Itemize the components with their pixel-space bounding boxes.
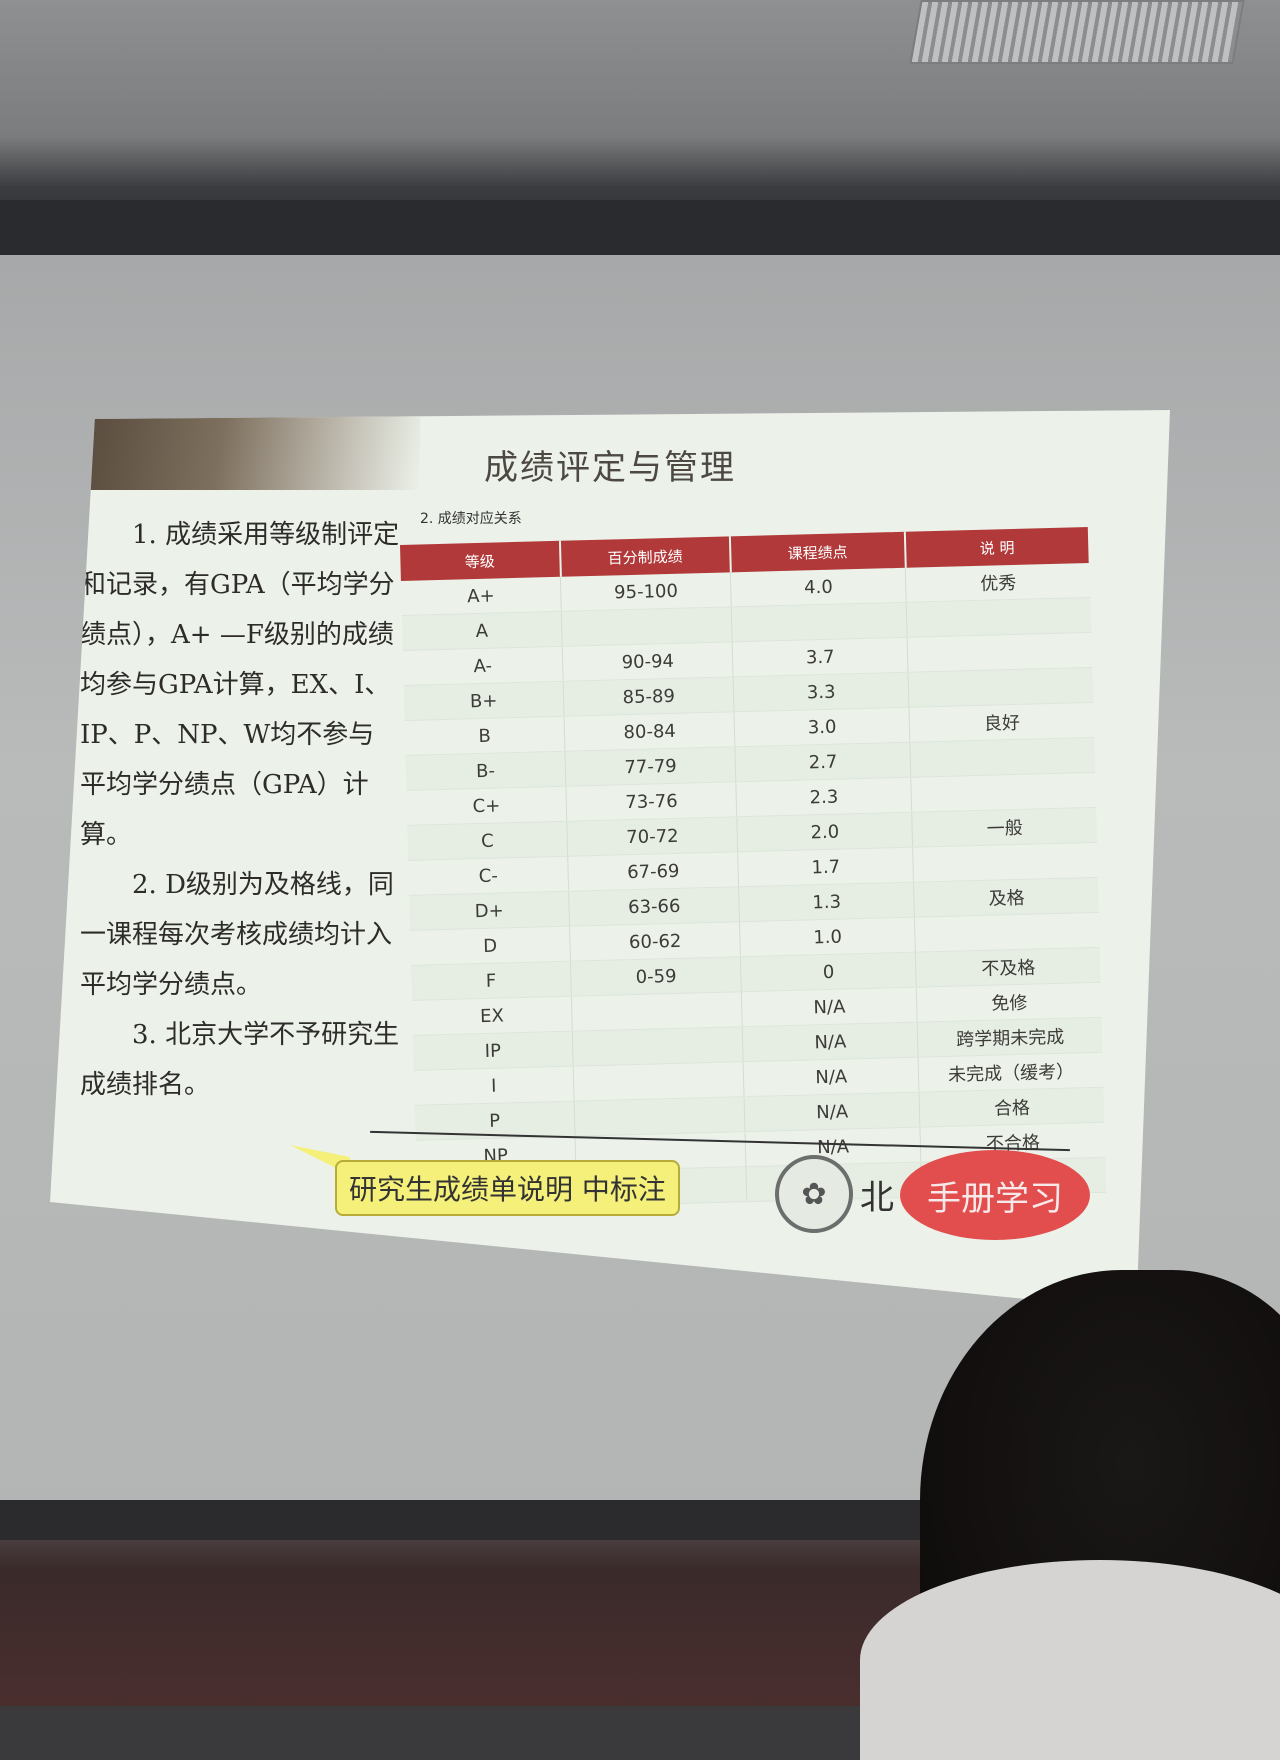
cell-pt: N/A	[743, 1057, 920, 1097]
table-subtitle: 2. 成绩对应关系	[420, 511, 522, 527]
cell-pct: 77-79	[565, 746, 737, 787]
header-points: 课程绩点	[729, 531, 906, 573]
header-grade: 等级	[400, 540, 561, 581]
logo-text: 北	[860, 1178, 894, 1218]
cell-desc: 优秀	[905, 562, 1091, 603]
cell-pt	[731, 602, 908, 642]
cell-pt: 1.7	[737, 847, 914, 887]
cell-pct: 80-84	[564, 711, 736, 752]
paragraph-1: 1. 成绩采用等级制评定和记录，有GPA（平均学分绩点），A+ —F级别的成绩均…	[80, 520, 400, 850]
handbook-oval: 手册学习	[900, 1150, 1090, 1240]
cell-desc: 不及格	[915, 947, 1101, 988]
cell-grade: A+	[400, 576, 562, 616]
cell-desc	[912, 842, 1098, 883]
cell-pt: N/A	[741, 987, 918, 1027]
cell-pt: 1.0	[739, 917, 916, 957]
cell-grade: IP	[412, 1031, 574, 1071]
cell-grade: F	[411, 961, 572, 1001]
cell-desc: 及格	[913, 877, 1099, 918]
cell-pct	[572, 1026, 744, 1067]
cell-pct	[573, 1061, 745, 1102]
cell-desc: 合格	[919, 1087, 1105, 1128]
header-photo	[90, 410, 420, 490]
cell-grade: EX	[411, 996, 573, 1036]
cell-desc: 一般	[911, 807, 1098, 848]
cell-pct	[574, 1096, 746, 1137]
cell-desc	[908, 667, 1094, 708]
cell-grade: B-	[405, 751, 567, 791]
cell-pct: 73-76	[566, 781, 737, 822]
cell-grade: B	[404, 716, 566, 756]
cell-pt: 3.3	[733, 672, 910, 712]
cell-desc	[914, 912, 1100, 953]
cell-pt: 3.0	[734, 707, 911, 747]
cell-grade: C	[407, 821, 568, 861]
university-seal-icon: ✿	[775, 1155, 853, 1233]
cell-pt: 2.3	[736, 777, 912, 817]
cell-pt: N/A	[742, 1022, 919, 1062]
cell-desc	[907, 632, 1093, 673]
cell-desc: 免修	[916, 982, 1102, 1023]
cell-pct: 90-94	[562, 641, 734, 682]
cell-pt: 2.0	[736, 812, 913, 852]
cell-pct: 95-100	[560, 572, 732, 612]
cell-desc	[910, 737, 1096, 778]
paragraph-3: 3. 北京大学不予研究生成绩排名。	[80, 1020, 400, 1100]
cell-grade: B+	[403, 681, 565, 721]
cell-pt: 0	[740, 952, 917, 992]
cell-desc	[910, 772, 1097, 813]
grade-table: 等级 百分制成绩 课程绩点 说 明 A+ 95-100 4.0 优秀 A A- 90-94 3…	[400, 526, 1107, 1211]
cell-pct	[561, 606, 733, 647]
cell-pct	[571, 991, 743, 1032]
header-percent: 百分制成绩	[559, 536, 731, 577]
cell-grade: I	[413, 1066, 575, 1106]
callout-note: 研究生成绩单说明 中标注	[335, 1160, 680, 1216]
cell-pct: 63-66	[568, 886, 740, 927]
cell-pct: 70-72	[566, 816, 738, 857]
cell-grade: C-	[408, 856, 569, 896]
cell-grade: A	[401, 611, 563, 651]
cell-desc: 良好	[909, 702, 1095, 743]
cell-pt: 3.7	[732, 637, 909, 677]
cell-pt: N/A	[744, 1092, 921, 1132]
cell-grade: D	[410, 926, 571, 966]
cell-grade: A-	[402, 646, 564, 686]
cell-desc: 未完成（缓考）	[918, 1052, 1104, 1093]
cell-pt: 4.0	[730, 567, 907, 607]
cell-pct: 0-59	[570, 956, 742, 997]
ceiling-vent	[909, 0, 1245, 64]
paragraph-2: 2. D级别为及格线，同一课程每次考核成绩均计入平均学分绩点。	[80, 870, 394, 1000]
grade-table-body: A+ 95-100 4.0 优秀 A A- 90-94 3.7 B+ 85-89 3.3 B 80-84…	[400, 562, 1107, 1211]
cell-grade: D+	[409, 891, 570, 931]
cell-desc	[906, 597, 1092, 638]
cell-pct: 60-62	[569, 921, 741, 962]
screen-top-frame	[0, 200, 1280, 260]
left-text-block: 1. 成绩采用等级制评定和记录，有GPA（平均学分绩点），A+ —F级别的成绩均…	[80, 510, 400, 1110]
slide-title: 成绩评定与管理	[484, 448, 736, 488]
cell-pt: 1.3	[738, 882, 915, 922]
cell-pct: 85-89	[563, 676, 735, 717]
cell-pt: 2.7	[735, 742, 911, 782]
cell-pct: 67-69	[567, 851, 739, 892]
cell-grade: C+	[406, 786, 567, 826]
projected-slide: 成绩评定与管理 2. 成绩对应关系 1. 成绩采用等级制评定和记录，有GPA（平…	[50, 410, 1170, 1310]
header-description: 说 明	[904, 526, 1090, 568]
cell-desc: 跨学期未完成	[917, 1017, 1103, 1058]
